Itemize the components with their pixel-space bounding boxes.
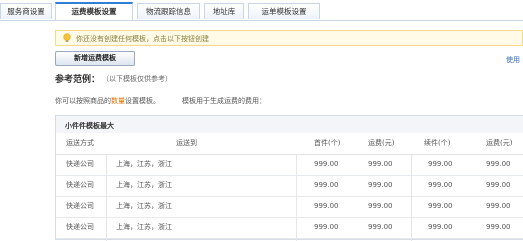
reference-subtitle: （以下模板仅供参考） xyxy=(102,75,172,83)
tab-bar: 服务商设置 运费模板设置 物流跟踪信息 地址库 运单模板设置 xyxy=(0,0,523,21)
example-template-panel: 小件件模板最大 运送方式 运送到 首件(个) 运费(元) 续件(个) 运费(元)… xyxy=(55,115,523,241)
tab-waybill-template[interactable]: 运单模板设置 xyxy=(248,3,320,19)
column-header: 运费(元) xyxy=(486,139,513,147)
shipping-method-cell: 快递公司 xyxy=(66,223,94,231)
first-item-cell: 999.00 xyxy=(314,223,339,231)
column-header: 首件(个) xyxy=(314,139,341,147)
first-fee-cell: 999.00 xyxy=(368,223,393,231)
table-header-row: 运送方式 运送到 首件(个) 运费(元) 续件(个) 运费(元) xyxy=(56,133,523,155)
column-header: 运费(元) xyxy=(368,139,395,147)
notice-text: 你还没有创建任何模板，点击以下按钮创建 xyxy=(76,35,209,43)
first-fee-cell: 999.00 xyxy=(368,181,393,189)
destination-cell: 上海，江苏，浙江 xyxy=(116,181,172,189)
tab-shipping-template[interactable]: 运费模板设置 xyxy=(55,2,133,20)
first-item-cell: 999.00 xyxy=(314,202,339,210)
shipping-method-cell: 快递公司 xyxy=(66,181,94,189)
table-row: 快递公司 上海，江苏，浙江 999.00 999.00 999.00 999.0… xyxy=(56,217,523,239)
extra-fee-cell: 999.00 xyxy=(486,181,511,189)
reference-title: 参考范例： xyxy=(55,75,101,85)
shipping-method-cell: 快递公司 xyxy=(66,160,94,168)
table-row: 快递公司 上海，江苏，浙江 999.00 999.00 999.00 999.0… xyxy=(56,196,523,218)
first-item-cell: 999.00 xyxy=(314,160,339,168)
shipping-method-cell: 快递公司 xyxy=(66,202,94,210)
desc-prefix: 你可以按照商品的 xyxy=(55,97,111,105)
help-link[interactable]: 使用 xyxy=(506,55,520,65)
add-shipping-template-button[interactable]: 新增运费模板 xyxy=(55,51,135,66)
lightbulb-icon xyxy=(63,33,71,42)
extra-fee-cell: 999.00 xyxy=(486,202,511,210)
first-item-cell: 999.00 xyxy=(314,181,339,189)
panel-title: 小件件模板最大 xyxy=(65,122,114,130)
tab-service-provider[interactable]: 服务商设置 xyxy=(0,3,52,19)
panel-header: 小件件模板最大 xyxy=(56,116,523,134)
desc-highlight: 数量 xyxy=(111,97,125,105)
notice-banner: 你还没有创建任何模板，点击以下按钮创建 xyxy=(55,30,523,46)
column-header: 续件(个) xyxy=(424,139,451,147)
destination-cell: 上海，江苏，浙江 xyxy=(116,223,172,231)
extra-item-cell: 999.00 xyxy=(428,223,453,231)
table-row: 快递公司 上海，江苏，浙江 999.00 999.00 999.00 999.0… xyxy=(56,175,523,197)
desc-tail: 模板用于生成运费的费用： xyxy=(182,97,266,105)
tab-address-book[interactable]: 地址库 xyxy=(204,3,244,19)
extra-item-cell: 999.00 xyxy=(428,181,453,189)
column-header: 运送到 xyxy=(176,139,197,147)
destination-cell: 上海，江苏，浙江 xyxy=(116,160,172,168)
destination-cell: 上海，江苏，浙江 xyxy=(116,202,172,210)
desc-suffix: 设置模板。 xyxy=(125,97,160,105)
extra-fee-cell: 999.00 xyxy=(486,160,511,168)
tab-logistics-tracking[interactable]: 物流跟踪信息 xyxy=(137,3,200,19)
first-fee-cell: 999.00 xyxy=(368,202,393,210)
column-header: 运送方式 xyxy=(66,139,94,147)
extra-item-cell: 999.00 xyxy=(428,160,453,168)
extra-item-cell: 999.00 xyxy=(428,202,453,210)
reference-description: 你可以按照商品的数量设置模板。 模板用于生成运费的费用： xyxy=(55,96,266,106)
extra-fee-cell: 999.00 xyxy=(486,223,511,231)
first-fee-cell: 999.00 xyxy=(368,160,393,168)
table-row: 快递公司 上海，江苏，浙江 999.00 999.00 999.00 999.0… xyxy=(56,154,523,176)
